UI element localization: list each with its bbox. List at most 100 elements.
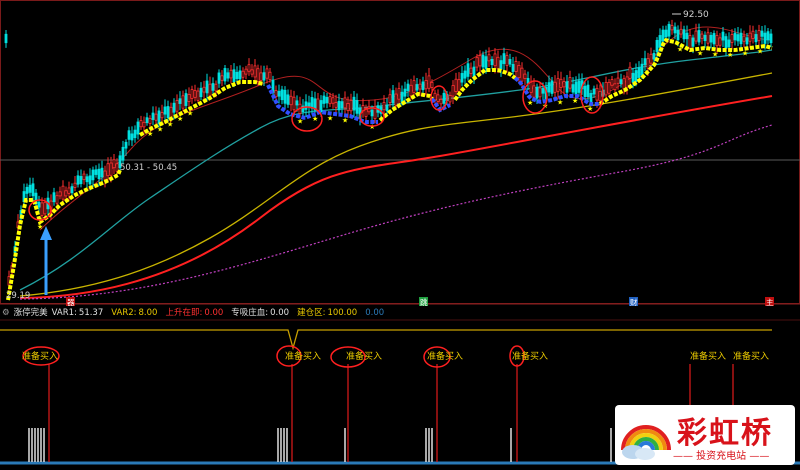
candle-body bbox=[652, 53, 656, 60]
candle-body bbox=[679, 28, 683, 35]
candle-body bbox=[349, 99, 353, 112]
candle-body bbox=[487, 54, 491, 62]
candle-body bbox=[154, 113, 158, 121]
candle-body bbox=[268, 71, 272, 81]
candle-body bbox=[748, 32, 752, 42]
candle-body bbox=[697, 30, 701, 43]
candle-body bbox=[712, 33, 716, 45]
candle-body bbox=[205, 80, 209, 94]
star-marker: ★ bbox=[557, 99, 563, 107]
candle-body bbox=[442, 92, 446, 104]
candle-body bbox=[565, 81, 569, 93]
star-marker: ★ bbox=[37, 223, 43, 231]
star-marker: ★ bbox=[297, 118, 303, 126]
candle-body bbox=[424, 80, 428, 90]
candle-body bbox=[730, 34, 734, 43]
stock-chart-area[interactable]: ★★★★★★★ ★ ★ ★★★ ★ ★ ★★★ ★ ★ ★ ★ ★ 92.50 29.19 50.31… bbox=[0, 0, 800, 470]
candle-body bbox=[292, 96, 296, 111]
candle-body bbox=[538, 87, 542, 98]
candle-body bbox=[547, 82, 551, 93]
candle-body bbox=[598, 91, 602, 102]
candle-body bbox=[739, 32, 743, 45]
candle-body bbox=[685, 32, 689, 40]
candle-body bbox=[139, 120, 143, 128]
candle-body bbox=[595, 87, 599, 101]
candle-body bbox=[523, 73, 527, 79]
candle-body bbox=[727, 39, 731, 48]
candle-body bbox=[628, 66, 632, 79]
high-price-label: 92.50 bbox=[683, 10, 709, 20]
candle-body bbox=[478, 55, 482, 67]
candle-body bbox=[505, 55, 509, 66]
candle-body bbox=[175, 100, 179, 112]
candle-body bbox=[706, 32, 710, 44]
candle-body bbox=[37, 201, 41, 208]
candle-body bbox=[184, 93, 188, 106]
candle-body bbox=[208, 83, 212, 97]
candle-body bbox=[82, 173, 86, 180]
rainbow-icon bbox=[621, 425, 671, 460]
candle-body bbox=[622, 78, 626, 90]
candle-body bbox=[403, 88, 407, 97]
candle-body bbox=[457, 79, 461, 93]
candle-body bbox=[136, 121, 140, 135]
star-marker: ★ bbox=[369, 123, 375, 131]
star-marker: ★ bbox=[327, 114, 333, 122]
candle-body bbox=[394, 93, 398, 106]
candle-body bbox=[187, 93, 191, 102]
candle-body bbox=[637, 67, 641, 78]
candle-body bbox=[481, 54, 485, 68]
candle-body bbox=[157, 110, 161, 124]
candle-body bbox=[496, 56, 500, 70]
candle-body bbox=[529, 81, 533, 93]
candle-body bbox=[220, 75, 224, 81]
candle-body bbox=[214, 83, 218, 92]
candle-body bbox=[124, 141, 128, 149]
candle-body bbox=[61, 185, 65, 200]
candle-body bbox=[604, 81, 608, 96]
candle-body bbox=[316, 98, 320, 111]
candle-body bbox=[43, 201, 47, 215]
candle-body bbox=[58, 191, 62, 197]
candle-body bbox=[334, 102, 338, 108]
candle-body bbox=[766, 31, 770, 41]
candle-body bbox=[718, 37, 722, 46]
candle-body bbox=[325, 96, 329, 104]
star-marker: ★ bbox=[727, 51, 733, 59]
candle-body bbox=[262, 72, 266, 81]
candle-body bbox=[511, 64, 515, 72]
candle-body bbox=[238, 70, 242, 80]
extra-value: 0.00 bbox=[365, 308, 385, 318]
candle-body bbox=[55, 195, 59, 204]
candle-body bbox=[232, 69, 236, 83]
candle-body bbox=[397, 88, 401, 100]
candle-body bbox=[760, 30, 764, 37]
candle-body bbox=[160, 112, 164, 119]
candle-body bbox=[106, 163, 110, 177]
candle-body bbox=[688, 35, 692, 49]
low-price-label: 29.19 bbox=[6, 291, 30, 301]
candle-body bbox=[631, 72, 635, 83]
var2-label: VAR2: bbox=[111, 308, 137, 318]
candle-body bbox=[88, 175, 92, 185]
candle-body bbox=[703, 34, 707, 42]
var1-value: 51.37 bbox=[78, 308, 104, 318]
signal-label: 准备买入 bbox=[285, 352, 322, 362]
candle-body bbox=[490, 58, 494, 66]
candle-body bbox=[310, 97, 314, 109]
candle-body bbox=[382, 102, 386, 111]
candle-body bbox=[400, 91, 404, 103]
candle-body bbox=[145, 117, 149, 124]
candle-body bbox=[76, 175, 80, 185]
candle-body bbox=[64, 190, 68, 197]
indicator-gear-icon[interactable]: ⚙ bbox=[2, 308, 10, 318]
candle-body bbox=[460, 73, 464, 83]
star-marker: ★ bbox=[527, 99, 533, 107]
candle-body bbox=[70, 186, 74, 194]
star-marker: ★ bbox=[177, 115, 183, 123]
candle-body bbox=[541, 88, 545, 94]
candle-body bbox=[340, 101, 344, 109]
candle-body bbox=[532, 85, 536, 98]
candle-body bbox=[502, 53, 506, 64]
candle-body bbox=[112, 159, 116, 169]
